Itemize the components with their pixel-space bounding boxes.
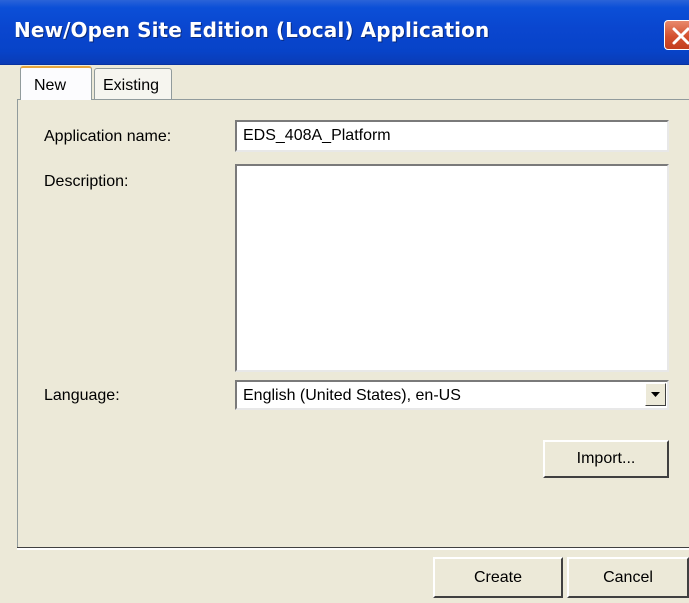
language-select[interactable]: English (United States), en-US	[235, 380, 669, 410]
chevron-down-icon	[651, 392, 660, 397]
description-textarea[interactable]	[235, 164, 669, 372]
footer-separator	[17, 547, 689, 550]
window-title: New/Open Site Edition (Local) Applicatio…	[14, 18, 490, 42]
cancel-button[interactable]: Cancel	[567, 557, 689, 598]
import-button[interactable]: Import...	[543, 440, 669, 478]
tab-existing[interactable]: Existing	[94, 68, 172, 100]
application-name-input[interactable]	[235, 120, 669, 152]
create-button[interactable]: Create	[433, 557, 563, 598]
language-dropdown-button[interactable]	[645, 383, 666, 406]
close-button[interactable]	[664, 20, 689, 50]
application-name-label: Application name:	[44, 128, 172, 145]
close-icon	[672, 27, 689, 45]
language-selected-value: English (United States), en-US	[243, 387, 461, 404]
description-label: Description:	[44, 173, 129, 190]
language-label: Language:	[44, 387, 120, 404]
tab-new-label: New	[34, 77, 67, 94]
tab-existing-label: Existing	[103, 77, 160, 94]
title-bar: New/Open Site Edition (Local) Applicatio…	[0, 0, 689, 65]
tab-new[interactable]: New	[20, 66, 92, 100]
